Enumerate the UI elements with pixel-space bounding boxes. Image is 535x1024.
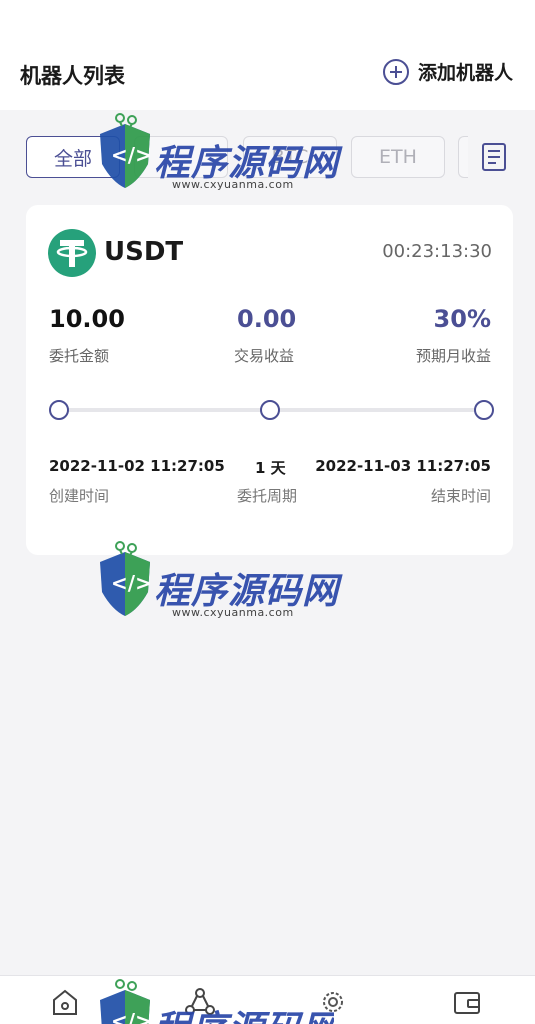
period-progress [49,399,494,421]
amount-label: 委托金额 [49,347,110,365]
watermark-text: 程序源码网 [154,1000,334,1024]
add-robot-label: 添加机器人 [417,62,513,84]
start-time-value: 2022-11-02 11:27:05 [49,457,225,475]
page: 机器人列表 添加机器人 全部 BTC ETH USDT 00:23:13:30 … [0,0,535,1024]
period-value: 1 天 [255,459,286,477]
end-time-value: 2022-11-03 11:27:05 [315,457,491,475]
expected-return-label: 预期月收益 [415,347,491,365]
plus-circle-icon [382,58,409,85]
progress-node-end [474,400,494,420]
tab-eth[interactable]: ETH [351,136,445,178]
tab-more[interactable] [458,136,468,178]
list-view-button[interactable] [474,136,514,178]
list-icon [482,143,506,171]
watermark-url: www.cxyuanma.com [172,178,294,191]
nav-wallet[interactable] [451,986,483,1018]
period-label: 委托周期 [237,487,298,505]
progress-node-middle [260,400,280,420]
wallet-icon [454,992,480,1014]
svg-text:</>: </> [111,1009,152,1024]
home-icon [53,989,77,1015]
end-time-label: 结束时间 [430,487,491,505]
add-robot-button[interactable]: 添加机器人 [382,58,513,85]
watermark: </> 程序源码网 www.cxyuanma.com [94,540,338,650]
watermark: </> 程序源码网 [94,978,334,1024]
amount-value: 10.00 [49,305,125,333]
header: 机器人列表 添加机器人 [0,0,535,110]
profit-label: 交易收益 [234,347,295,365]
page-title: 机器人列表 [20,64,125,88]
profit-value: 0.00 [237,305,297,333]
watermark-logo-icon: </> [100,979,152,1024]
watermark-logo-icon: </> [100,541,152,616]
svg-text:</>: </> [111,571,152,595]
usdt-icon [48,229,96,277]
robot-card[interactable]: USDT 00:23:13:30 10.00 委托金额 0.00 交易收益 30… [26,205,513,555]
watermark-url: www.cxyuanma.com [172,606,294,619]
start-time-label: 创建时间 [49,487,110,505]
watermark-logo-icon: </> [100,113,152,188]
expected-return-value: 30% [433,305,491,333]
coin-name: USDT [104,237,184,267]
svg-text:</>: </> [111,143,152,167]
progress-node-start [49,400,69,420]
nav-home[interactable] [49,986,81,1018]
countdown-timer: 00:23:13:30 [382,241,492,262]
watermark: </> 程序源码网 www.cxyuanma.com [94,112,338,222]
